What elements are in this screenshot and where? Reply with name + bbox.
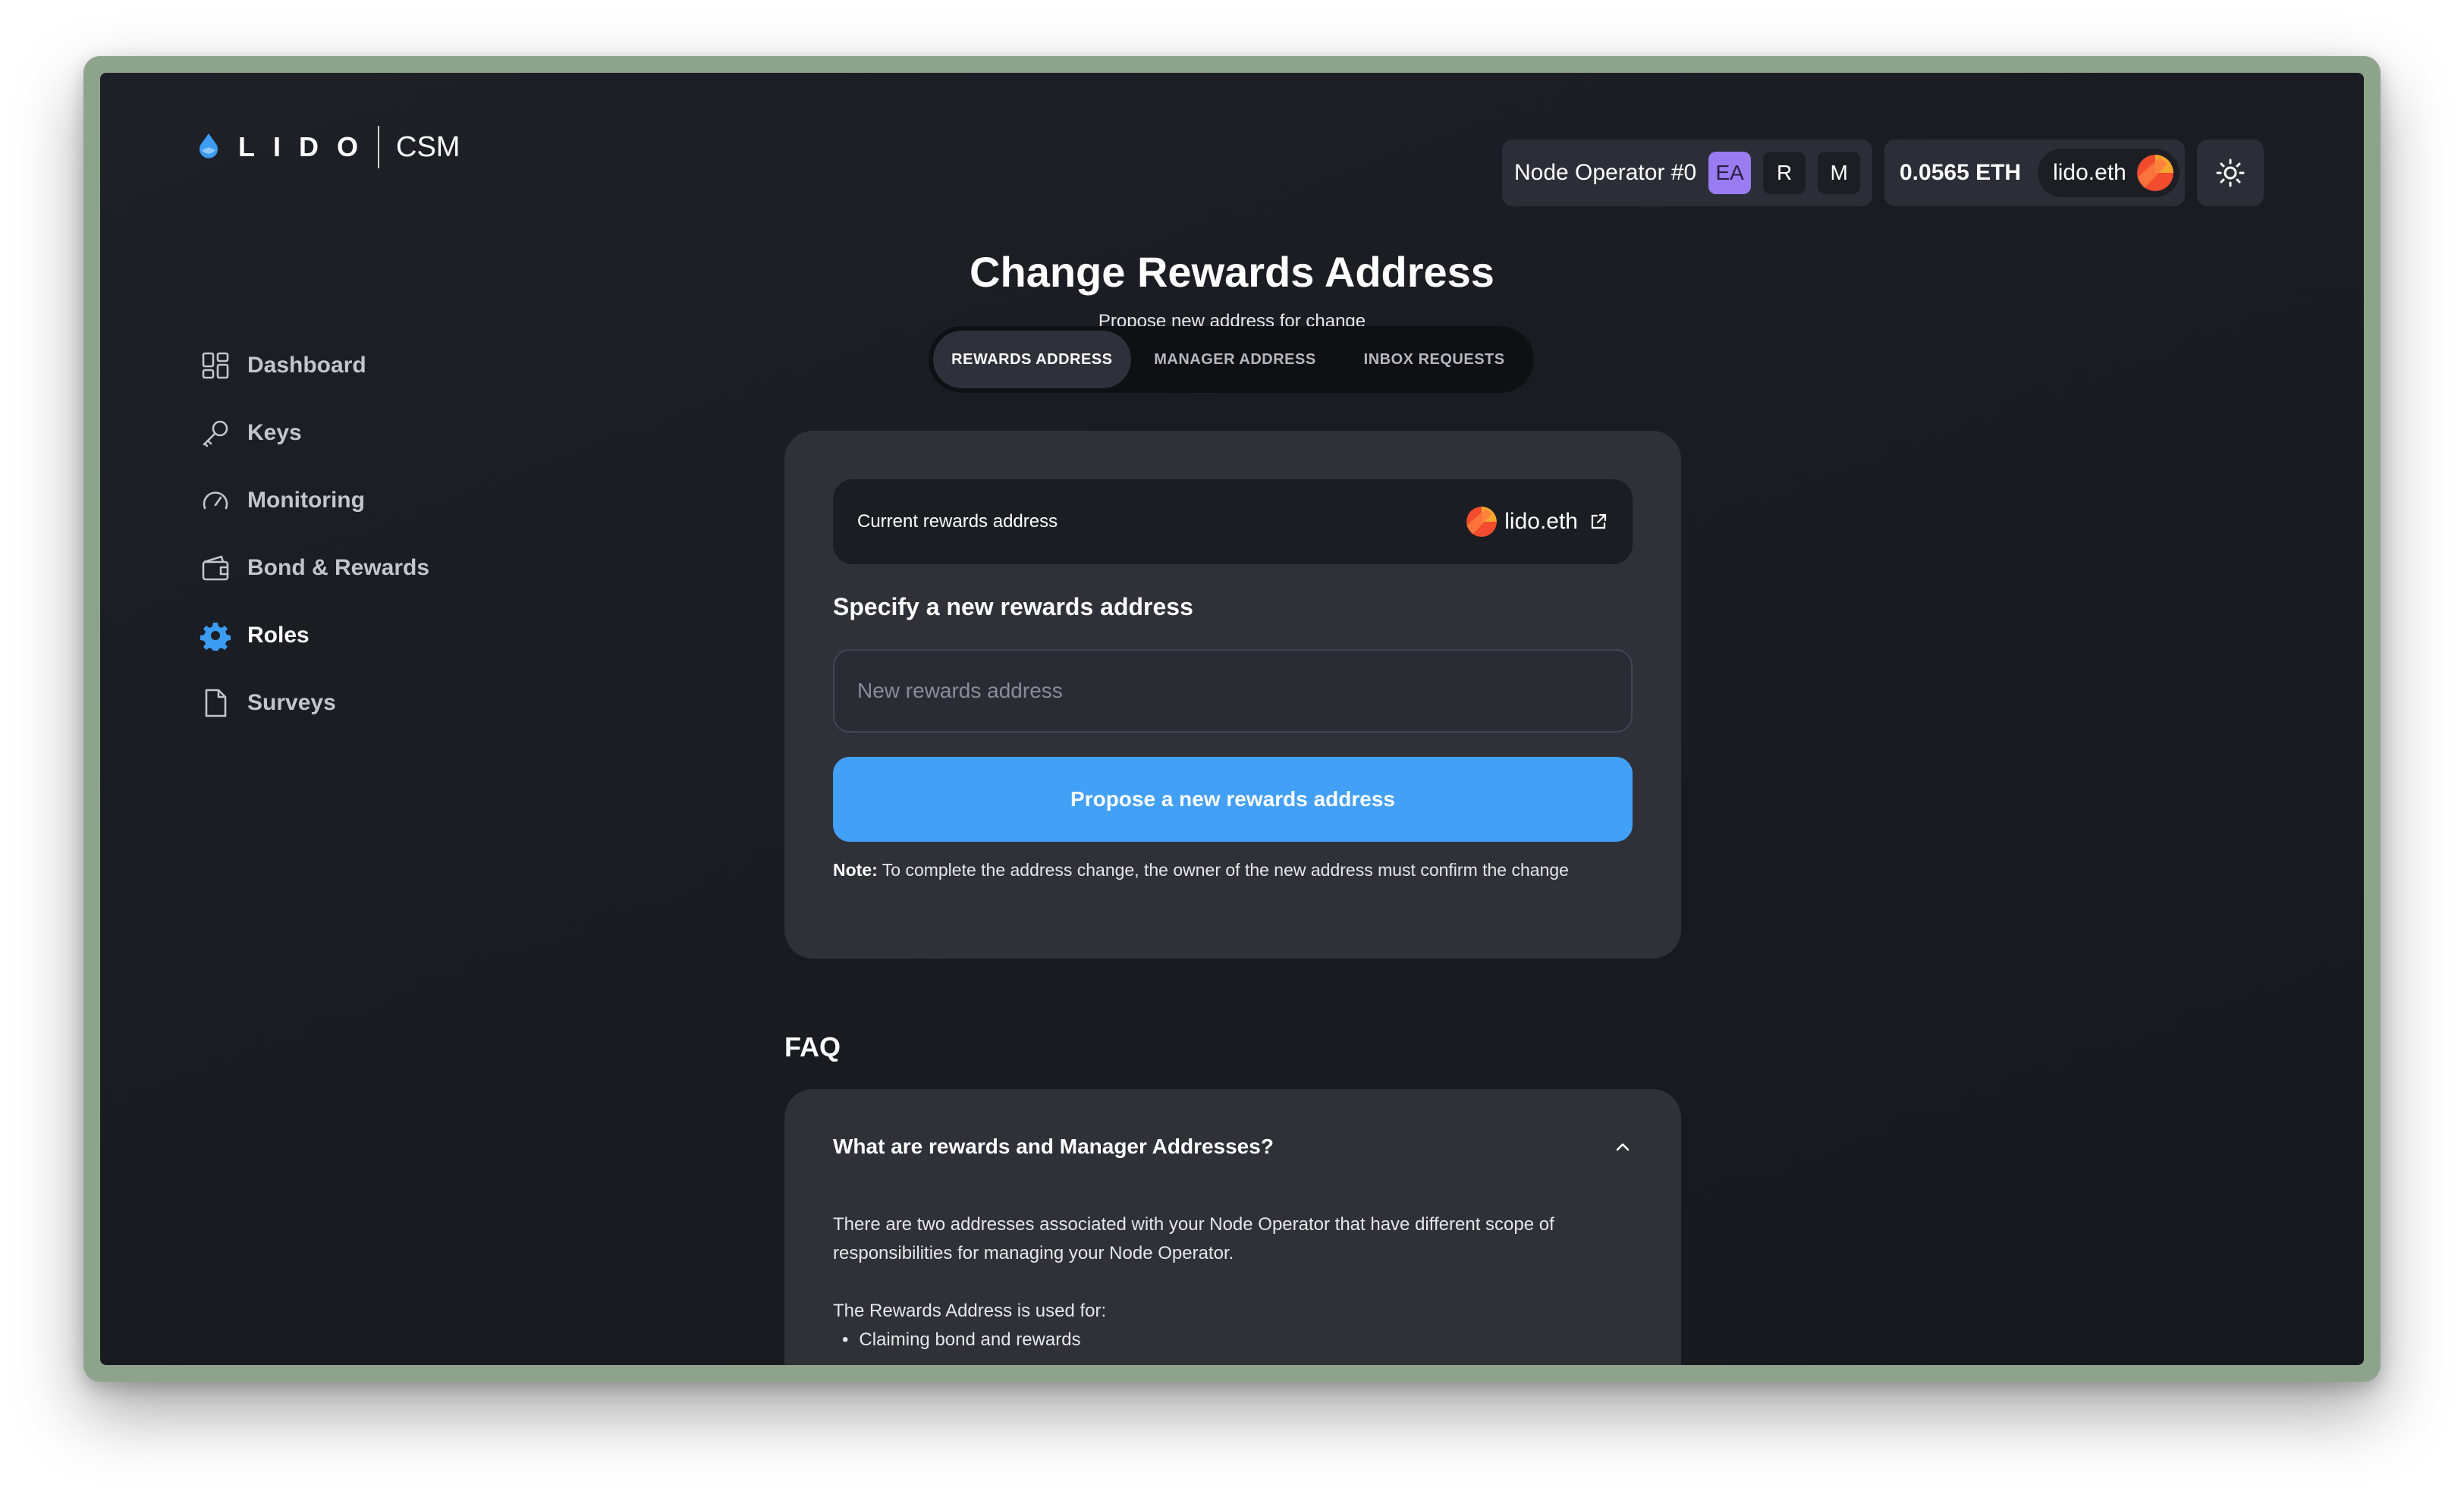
- faq-rewards-heading: The Rewards Address is used for:: [833, 1301, 1107, 1321]
- faq-item: What are rewards and Manager Addresses? …: [784, 1089, 1681, 1365]
- node-operator-label: Node Operator #0: [1514, 160, 1697, 185]
- sidebar-item-dashboard[interactable]: Dashboard: [200, 343, 429, 388]
- sidebar-item-monitoring[interactable]: Monitoring: [200, 478, 429, 523]
- window-frame: LIDO CSM Node Operator #0 EA R M 0.0565 …: [83, 56, 2381, 1382]
- address-avatar-icon: [1466, 507, 1498, 537]
- current-rewards-address-row: Current rewards address lido.eth: [833, 479, 1633, 564]
- wallet-icon: [202, 555, 229, 581]
- faq-question-toggle[interactable]: What are rewards and Manager Addresses?: [833, 1135, 1633, 1159]
- node-operator-switcher[interactable]: Node Operator #0 EA R M: [1502, 140, 1872, 206]
- external-link-icon[interactable]: [1589, 512, 1608, 532]
- faq-rewards-list: Claiming bond and rewards: [833, 1326, 1637, 1354]
- sidebar-item-label: Roles: [247, 623, 310, 648]
- theme-toggle-button[interactable]: [2197, 140, 2264, 206]
- address-tabs: REWARDS ADDRESS MANAGER ADDRESS INBOX RE…: [929, 326, 1534, 393]
- product-name: CSM: [396, 130, 460, 163]
- role-badge-m: M: [1818, 152, 1861, 194]
- confirmation-note: Note: To complete the address change, th…: [833, 860, 1652, 880]
- gear-icon: [200, 623, 231, 651]
- faq-answer-intro: There are two addresses associated with …: [833, 1214, 1554, 1263]
- current-rewards-address-value: lido.eth: [1504, 509, 1578, 534]
- new-address-heading: Specify a new rewards address: [833, 593, 1193, 620]
- current-rewards-address-link[interactable]: lido.eth: [1466, 507, 1608, 537]
- wallet-avatar-icon: [2136, 155, 2173, 191]
- faq-answer: There are two addresses associated with …: [833, 1210, 1637, 1354]
- sidebar-item-label: Surveys: [247, 690, 336, 715]
- ens-name: lido.eth: [2053, 160, 2126, 185]
- gauge-icon: [203, 491, 228, 510]
- faq-heading: FAQ: [784, 1031, 841, 1062]
- wallet-button[interactable]: 0.0565 ETH lido.eth: [1884, 140, 2185, 206]
- sidebar-item-label: Keys: [247, 420, 302, 445]
- ens-chip[interactable]: lido.eth: [2038, 149, 2180, 197]
- note-text: To complete the address change, the owne…: [877, 860, 1569, 880]
- sidebar-item-bond-rewards[interactable]: Bond & Rewards: [200, 545, 429, 591]
- sidebar-item-label: Dashboard: [247, 353, 366, 378]
- logo-wordmark: LIDO: [238, 131, 376, 162]
- sidebar-item-label: Bond & Rewards: [247, 555, 430, 580]
- logo-divider: [378, 126, 379, 168]
- sidebar-item-label: Monitoring: [247, 488, 365, 513]
- role-badge-ea: EA: [1708, 152, 1752, 194]
- sidebar-item-surveys[interactable]: Surveys: [200, 680, 429, 726]
- note-label: Note:: [833, 860, 878, 880]
- tab-rewards-address[interactable]: REWARDS ADDRESS: [933, 331, 1131, 388]
- page-title: Change Rewards Address: [970, 248, 1494, 296]
- lido-drop-icon: [200, 133, 218, 159]
- tab-inbox-requests[interactable]: INBOX REQUESTS: [1339, 331, 1529, 388]
- faq-question: What are rewards and Manager Addresses?: [833, 1135, 1274, 1158]
- app-logo[interactable]: LIDO CSM: [197, 124, 460, 170]
- dashboard-icon: [202, 352, 229, 379]
- document-icon: [205, 689, 227, 717]
- sidebar-item-keys[interactable]: Keys: [200, 410, 429, 456]
- propose-address-button[interactable]: Propose a new rewards address: [833, 757, 1633, 842]
- sidebar-nav: Dashboard Keys Monitoring Bond & Rewards: [200, 343, 429, 748]
- tab-manager-address[interactable]: MANAGER ADDRESS: [1131, 331, 1340, 388]
- change-address-card: Current rewards address lido.eth Specify…: [784, 431, 1681, 959]
- app-screen: LIDO CSM Node Operator #0 EA R M 0.0565 …: [100, 73, 2364, 1365]
- eth-balance: 0.0565 ETH: [1900, 160, 2022, 185]
- role-badge-r: R: [1763, 152, 1806, 194]
- key-icon: [203, 420, 228, 447]
- sidebar-item-roles[interactable]: Roles: [200, 613, 429, 658]
- current-rewards-address-label: Current rewards address: [857, 511, 1058, 532]
- sun-icon: [2216, 159, 2245, 187]
- chevron-up-icon: [1616, 1143, 1630, 1151]
- list-item: Claiming bond and rewards: [833, 1326, 1637, 1354]
- new-rewards-address-input[interactable]: [833, 649, 1633, 733]
